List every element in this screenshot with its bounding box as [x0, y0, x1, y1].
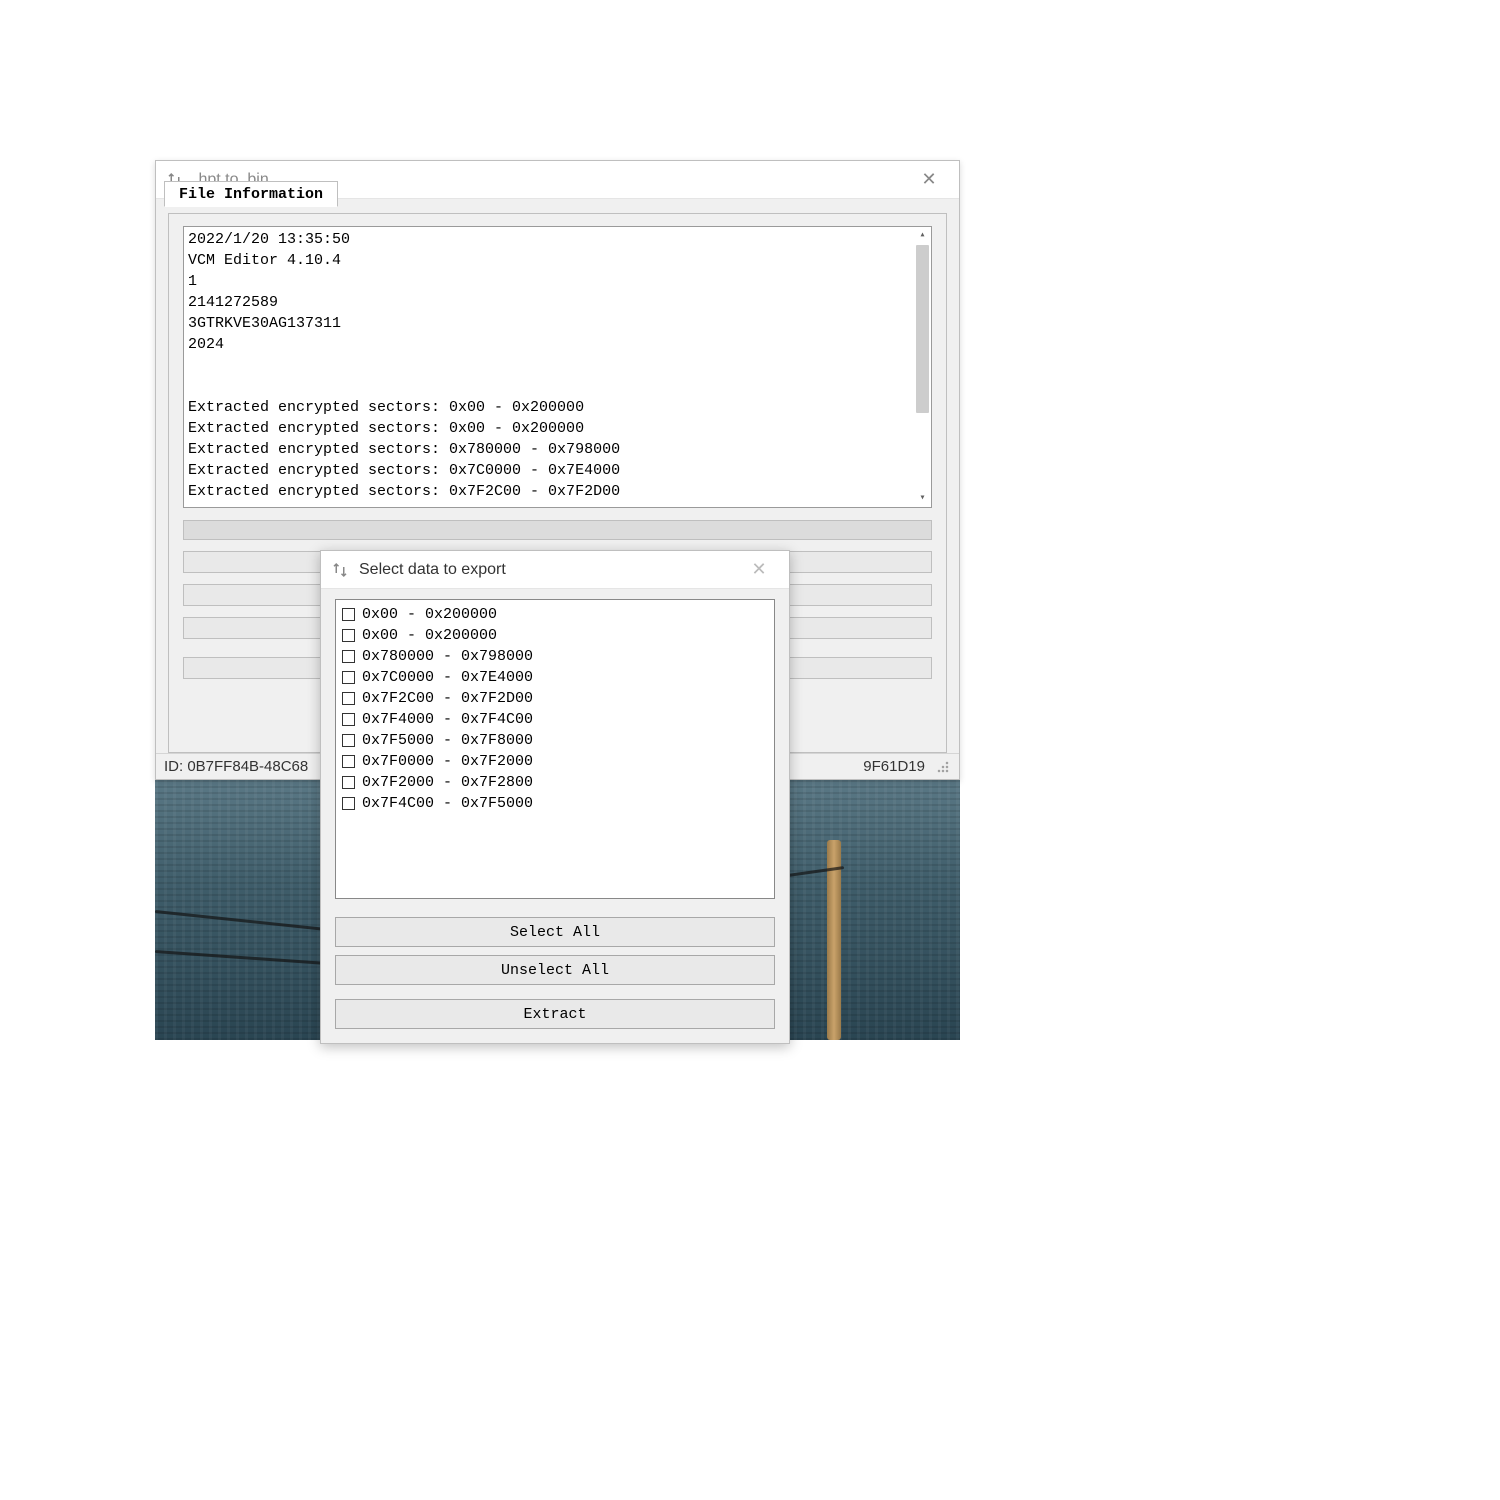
sector-item[interactable]: 0x7F2C00 - 0x7F2D00	[342, 688, 768, 709]
sector-label: 0x7F2C00 - 0x7F2D00	[362, 688, 533, 709]
extract-button[interactable]: Extract	[335, 999, 775, 1029]
sector-label: 0x7C0000 - 0x7E4000	[362, 667, 533, 688]
sector-label: 0x7F4000 - 0x7F4C00	[362, 709, 533, 730]
scroll-up-icon[interactable]: ▴	[914, 227, 931, 244]
checkbox-icon[interactable]	[342, 692, 355, 705]
status-id-left: ID: 0B7FF84B-48C68	[164, 758, 308, 775]
sector-item[interactable]: 0x7F4000 - 0x7F4C00	[342, 709, 768, 730]
action-bar-1[interactable]	[183, 520, 932, 540]
checkbox-icon[interactable]	[342, 713, 355, 726]
sector-item[interactable]: 0x7F5000 - 0x7F8000	[342, 730, 768, 751]
checkbox-icon[interactable]	[342, 608, 355, 621]
sector-item[interactable]: 0x00 - 0x200000	[342, 625, 768, 646]
checkbox-icon[interactable]	[342, 629, 355, 642]
checkbox-icon[interactable]	[342, 671, 355, 684]
dialog-titlebar[interactable]: Select data to export ✕	[321, 551, 789, 589]
checkbox-icon[interactable]	[342, 776, 355, 789]
sector-label: 0x00 - 0x200000	[362, 604, 497, 625]
select-all-button[interactable]: Select All	[335, 917, 775, 947]
tab-file-information[interactable]: File Information	[164, 181, 338, 207]
sector-label: 0x780000 - 0x798000	[362, 646, 533, 667]
sector-label: 0x00 - 0x200000	[362, 625, 497, 646]
sector-checklist: 0x00 - 0x2000000x00 - 0x2000000x780000 -…	[335, 599, 775, 899]
sector-label: 0x7F2000 - 0x7F2800	[362, 772, 533, 793]
checkbox-icon[interactable]	[342, 797, 355, 810]
resize-grip-icon[interactable]	[935, 759, 951, 775]
scroll-thumb[interactable]	[916, 245, 929, 413]
export-dialog: Select data to export ✕ 0x00 - 0x2000000…	[320, 550, 790, 1044]
scroll-down-icon[interactable]: ▾	[914, 490, 931, 507]
checkbox-icon[interactable]	[342, 650, 355, 663]
dialog-icon	[331, 561, 349, 579]
checkbox-icon[interactable]	[342, 734, 355, 747]
sector-label: 0x7F0000 - 0x7F2000	[362, 751, 533, 772]
log-output[interactable]: 2022/1/20 13:35:50 VCM Editor 4.10.4 1 2…	[183, 226, 932, 508]
status-id-right: 9F61D19	[863, 758, 925, 775]
checkbox-icon[interactable]	[342, 755, 355, 768]
sector-item[interactable]: 0x780000 - 0x798000	[342, 646, 768, 667]
sector-label: 0x7F5000 - 0x7F8000	[362, 730, 533, 751]
dialog-close-icon[interactable]: ✕	[737, 551, 781, 588]
unselect-all-button[interactable]: Unselect All	[335, 955, 775, 985]
sector-label: 0x7F4C00 - 0x7F5000	[362, 793, 533, 814]
sector-item[interactable]: 0x7F2000 - 0x7F2800	[342, 772, 768, 793]
dialog-title: Select data to export	[359, 561, 506, 579]
scrollbar[interactable]: ▴ ▾	[914, 227, 931, 507]
sector-item[interactable]: 0x00 - 0x200000	[342, 604, 768, 625]
close-icon[interactable]: ✕	[907, 161, 951, 198]
sector-item[interactable]: 0x7F0000 - 0x7F2000	[342, 751, 768, 772]
sector-item[interactable]: 0x7C0000 - 0x7E4000	[342, 667, 768, 688]
sector-item[interactable]: 0x7F4C00 - 0x7F5000	[342, 793, 768, 814]
log-text: 2022/1/20 13:35:50 VCM Editor 4.10.4 1 2…	[188, 231, 620, 500]
